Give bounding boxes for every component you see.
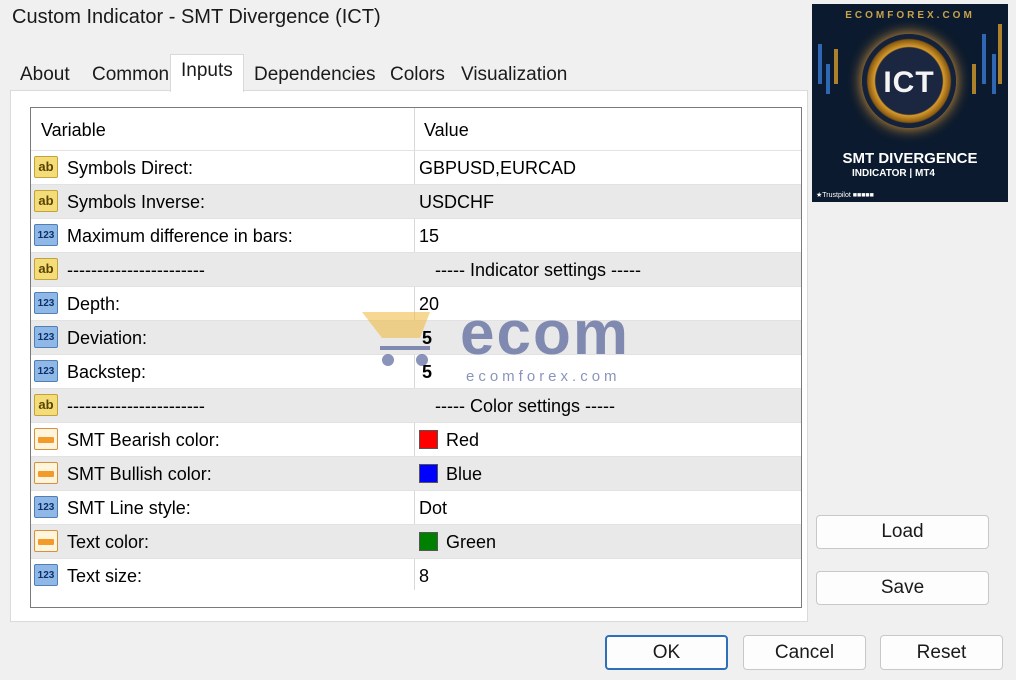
variable-name: Backstep: bbox=[67, 362, 147, 382]
table-row[interactable]: SMT Bullish color: Blue bbox=[31, 456, 801, 490]
cancel-button[interactable]: Cancel bbox=[743, 635, 866, 670]
tab-about[interactable]: About bbox=[10, 58, 80, 90]
save-button[interactable]: Save bbox=[816, 571, 989, 605]
reset-button[interactable]: Reset bbox=[880, 635, 1003, 670]
variable-name: Maximum difference in bars: bbox=[67, 226, 293, 246]
table-row[interactable]: ab Symbols Direct: GBPUSD,EURCAD bbox=[31, 150, 801, 184]
string-param-icon: ab bbox=[34, 190, 58, 212]
tab-inputs[interactable]: Inputs bbox=[170, 54, 244, 92]
tab-common[interactable]: Common bbox=[82, 58, 179, 90]
number-param-icon: 123 bbox=[34, 326, 58, 348]
color-swatch bbox=[419, 430, 438, 449]
string-param-icon: ab bbox=[34, 394, 58, 416]
color-param-icon bbox=[34, 530, 58, 552]
value-cell[interactable]: 5 bbox=[422, 362, 432, 383]
grid-header: Variable Value bbox=[31, 108, 801, 150]
variable-name: SMT Bullish color: bbox=[67, 464, 212, 484]
variable-name: Text color: bbox=[67, 532, 150, 552]
value-column-header[interactable]: Value bbox=[424, 120, 469, 141]
table-row[interactable]: 123 Text size: 8 bbox=[31, 558, 801, 592]
value-cell[interactable]: 15 bbox=[419, 226, 439, 247]
variable-name: Text size: bbox=[67, 566, 143, 586]
table-row[interactable]: 123 Backstep: 5 bbox=[31, 354, 801, 388]
number-param-icon: 123 bbox=[34, 564, 58, 586]
thumbnail-subtitle: INDICATOR | MT4 bbox=[852, 168, 935, 179]
number-param-icon: 123 bbox=[34, 224, 58, 246]
value-cell[interactable]: Blue bbox=[419, 464, 482, 485]
variable-name: Depth: bbox=[67, 294, 121, 314]
inputs-grid: Variable Value ab Symbols Direct: GBPUSD… bbox=[30, 107, 802, 608]
color-param-icon bbox=[34, 428, 58, 450]
variable-name: SMT Bearish color: bbox=[67, 430, 220, 450]
ict-logo-text: ICT bbox=[883, 66, 935, 99]
table-row[interactable]: Text color: Green bbox=[31, 524, 801, 558]
tab-bar: About Common Inputs Dependencies Colors … bbox=[10, 54, 570, 92]
color-param-icon bbox=[34, 462, 58, 484]
value-cell[interactable]: ----- Indicator settings ----- bbox=[435, 260, 641, 281]
variable-name: ----------------------- bbox=[67, 260, 205, 280]
value-cell[interactable]: 5 bbox=[422, 328, 432, 349]
color-swatch bbox=[419, 464, 438, 483]
number-param-icon: 123 bbox=[34, 292, 58, 314]
value-cell[interactable]: GBPUSD,EURCAD bbox=[419, 158, 576, 179]
value-cell[interactable]: Red bbox=[419, 430, 479, 451]
ok-button[interactable]: OK bbox=[605, 635, 728, 670]
thumbnail-footer: ★Trustpilot ■■■■■ bbox=[816, 192, 874, 199]
table-row[interactable]: 123 Maximum difference in bars: 15 bbox=[31, 218, 801, 252]
table-row[interactable]: 123 SMT Line style: Dot bbox=[31, 490, 801, 524]
variable-name: SMT Line style: bbox=[67, 498, 191, 518]
color-name: Red bbox=[446, 430, 480, 450]
number-param-icon: 123 bbox=[34, 496, 58, 518]
tab-dependencies[interactable]: Dependencies bbox=[244, 58, 385, 90]
value-cell[interactable]: Dot bbox=[419, 498, 447, 519]
tab-visualization[interactable]: Visualization bbox=[451, 58, 577, 90]
table-row[interactable]: 123 Deviation: 5 bbox=[31, 320, 801, 354]
variable-name: Symbols Direct: bbox=[67, 158, 194, 178]
table-row[interactable]: 123 Depth: 20 bbox=[31, 286, 801, 320]
number-param-icon: 123 bbox=[34, 360, 58, 382]
table-row[interactable]: ab Symbols Inverse: USDCHF bbox=[31, 184, 801, 218]
string-param-icon: ab bbox=[34, 258, 58, 280]
variable-column-header[interactable]: Variable bbox=[41, 120, 106, 141]
value-cell[interactable]: 8 bbox=[419, 566, 429, 587]
variable-name: Deviation: bbox=[67, 328, 148, 348]
window-title: Custom Indicator - SMT Divergence (ICT) bbox=[12, 6, 381, 28]
product-thumbnail: ECOMFOREX.COM ICT SMT DIVERGENCE INDICAT… bbox=[812, 4, 1008, 202]
color-swatch bbox=[419, 532, 438, 551]
table-row[interactable]: SMT Bearish color: Red bbox=[31, 422, 801, 456]
thumbnail-title: SMT DIVERGENCE bbox=[842, 150, 978, 167]
load-button[interactable]: Load bbox=[816, 515, 989, 549]
color-name: Blue bbox=[446, 464, 483, 484]
variable-name: ----------------------- bbox=[67, 396, 205, 416]
string-param-icon: ab bbox=[34, 156, 58, 178]
value-cell[interactable]: ----- Color settings ----- bbox=[435, 396, 615, 417]
table-row[interactable]: ab ----------------------- ----- Color s… bbox=[31, 388, 801, 422]
table-row[interactable]: ab ----------------------- ----- Indicat… bbox=[31, 252, 801, 286]
value-cell[interactable]: USDCHF bbox=[419, 192, 494, 213]
value-cell[interactable]: 20 bbox=[419, 294, 439, 315]
value-cell[interactable]: Green bbox=[419, 532, 496, 553]
tab-colors[interactable]: Colors bbox=[380, 58, 455, 90]
color-name: Green bbox=[446, 532, 497, 552]
variable-name: Symbols Inverse: bbox=[67, 192, 206, 212]
